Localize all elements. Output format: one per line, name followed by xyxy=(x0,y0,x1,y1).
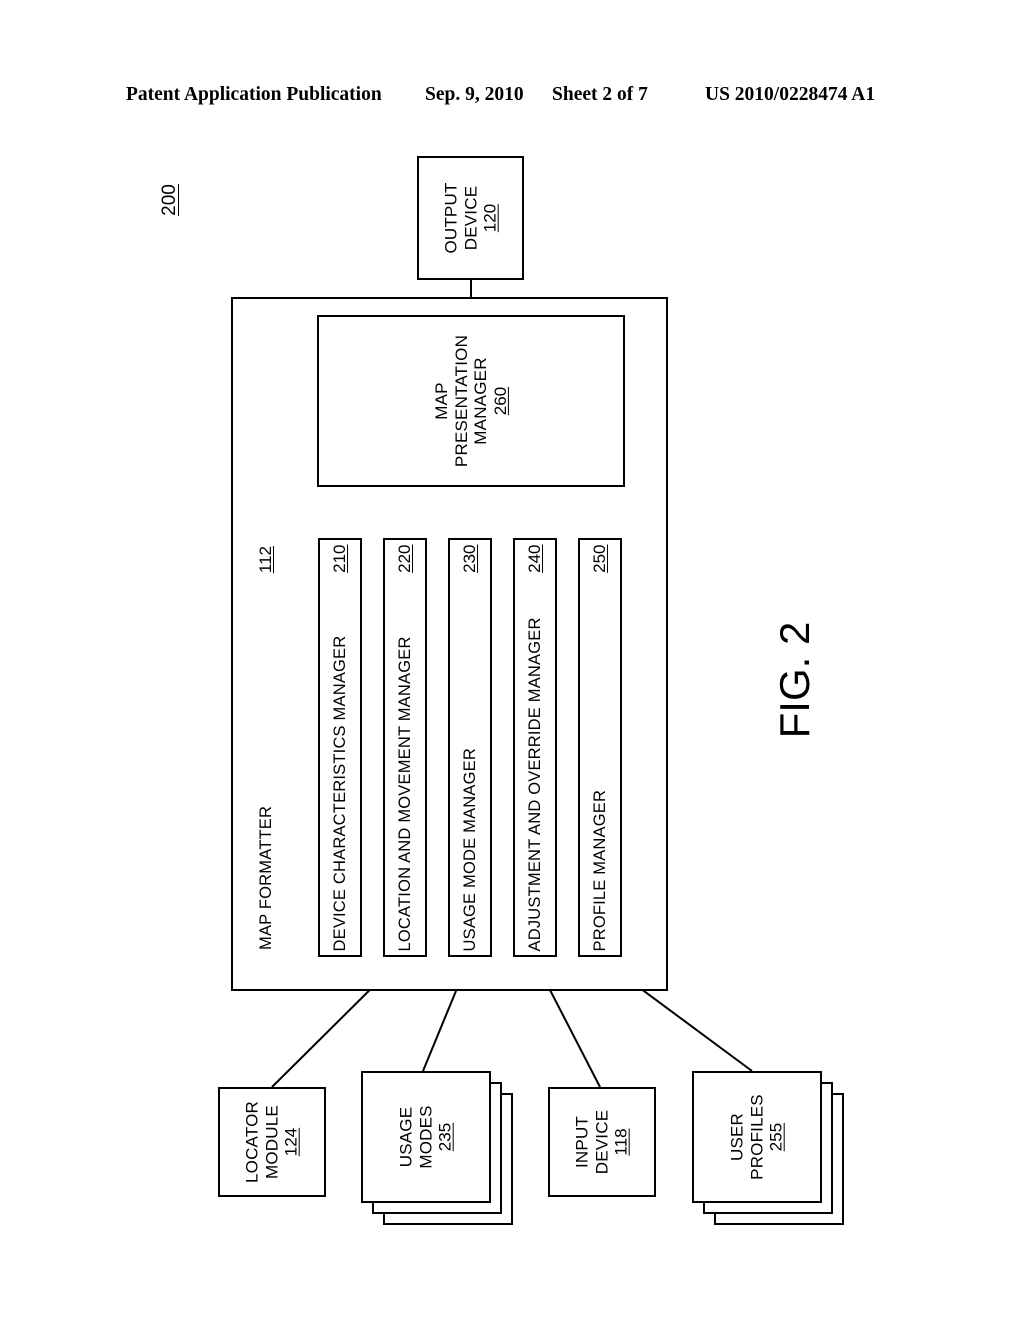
module-ref-210: 210 xyxy=(330,544,349,573)
module-block-device-characteristics-manager[interactable]: DEVICE CHARACTERISTICS MANAGER 210 xyxy=(318,538,362,957)
map-formatter-label: MAP FORMATTER xyxy=(257,805,275,950)
user-profiles-label-line1: USER xyxy=(727,1112,747,1162)
module-label-220: LOCATION AND MOVEMENT MANAGER xyxy=(396,635,414,951)
module-content-230: USAGE MODE MANAGER 230 xyxy=(460,540,480,955)
output-device-content: OUTPUT DEVICE 120 xyxy=(441,182,500,253)
module-block-usage-mode-manager[interactable]: USAGE MODE MANAGER 230 xyxy=(448,538,492,957)
input-device-label-line1: INPUT xyxy=(572,1116,592,1168)
user-profiles-ref: 255 xyxy=(766,1122,786,1152)
module-content-210: DEVICE CHARACTERISTICS MANAGER 210 xyxy=(330,540,350,955)
module-ref-250: 250 xyxy=(590,544,609,573)
map-presentation-manager-label-line1: MAP xyxy=(431,382,451,420)
module-block-profile-manager[interactable]: PROFILE MANAGER 250 xyxy=(578,538,622,957)
module-block-adjustment-and-override-manager[interactable]: ADJUSTMENT AND OVERRIDE MANAGER 240 xyxy=(513,538,557,957)
module-label-210: DEVICE CHARACTERISTICS MANAGER xyxy=(331,635,349,951)
locator-module-ref: 124 xyxy=(281,1127,301,1157)
output-device-label-line2: DEVICE xyxy=(460,185,480,251)
usage-modes-sheet-front[interactable]: USAGE MODES 235 xyxy=(361,1071,491,1203)
module-block-location-and-movement-manager[interactable]: LOCATION AND MOVEMENT MANAGER 220 xyxy=(383,538,427,957)
input-device-block[interactable]: INPUT DEVICE 118 xyxy=(548,1087,656,1197)
module-content-240: ADJUSTMENT AND OVERRIDE MANAGER 240 xyxy=(525,540,545,955)
system-reference-200: 200 xyxy=(140,165,200,235)
module-ref-240: 240 xyxy=(525,544,544,573)
locator-module-content: LOCATOR MODULE 124 xyxy=(243,1101,302,1183)
usage-modes-stack[interactable]: USAGE MODES 235 xyxy=(361,1071,521,1231)
map-presentation-manager-content: MAP PRESENTATION MANAGER 260 xyxy=(432,335,510,467)
map-formatter-ref: 112 xyxy=(256,545,275,573)
figure-2-diagram: 200 OUTPUT DEVICE 120 MAP FORMATTER 112 … xyxy=(0,0,1024,1320)
module-label-250: PROFILE MANAGER xyxy=(591,789,609,951)
locator-module-block[interactable]: LOCATOR MODULE 124 xyxy=(218,1087,326,1197)
module-ref-220: 220 xyxy=(395,544,414,573)
locator-module-label-line1: LOCATOR xyxy=(242,1100,262,1184)
output-device-ref: 120 xyxy=(480,203,500,233)
output-device-label-line1: OUTPUT xyxy=(441,182,461,254)
module-ref-230: 230 xyxy=(460,544,479,573)
user-profiles-label-line2: PROFILES xyxy=(747,1094,767,1180)
figure-label: FIG. 2 xyxy=(735,600,855,760)
usage-modes-label-line2: MODES xyxy=(416,1105,436,1169)
usage-modes-label-line1: USAGE xyxy=(396,1106,416,1168)
user-profiles-stack[interactable]: USER PROFILES 255 xyxy=(692,1071,852,1231)
input-device-content: INPUT DEVICE 118 xyxy=(573,1110,632,1175)
locator-module-label-line2: MODULE xyxy=(262,1105,282,1179)
module-content-250: PROFILE MANAGER 250 xyxy=(590,540,610,955)
system-reference-label: 200 xyxy=(159,184,180,216)
map-formatter-title: MAP FORMATTER 112 xyxy=(244,540,288,955)
module-label-240: ADJUSTMENT AND OVERRIDE MANAGER xyxy=(526,616,544,951)
usage-modes-ref: 235 xyxy=(435,1122,455,1152)
map-presentation-manager-label-line2: PRESENTATION xyxy=(451,334,471,468)
map-presentation-manager-ref: 260 xyxy=(490,386,510,416)
user-profiles-content: USER PROFILES 255 xyxy=(728,1094,787,1180)
map-presentation-manager-label-line3: MANAGER xyxy=(471,357,490,445)
output-device-block[interactable]: OUTPUT DEVICE 120 xyxy=(417,156,524,280)
input-device-ref: 118 xyxy=(611,1128,631,1156)
module-content-220: LOCATION AND MOVEMENT MANAGER 220 xyxy=(395,540,415,955)
module-label-230: USAGE MODE MANAGER xyxy=(461,747,479,951)
input-device-label-line2: DEVICE xyxy=(592,1109,612,1175)
figure-label-text: FIG. 2 xyxy=(771,621,818,739)
map-formatter-content: MAP FORMATTER 112 xyxy=(256,542,276,954)
usage-modes-content: USAGE MODES 235 xyxy=(397,1105,456,1168)
map-presentation-manager-block[interactable]: MAP PRESENTATION MANAGER 260 xyxy=(317,315,625,487)
user-profiles-sheet-front[interactable]: USER PROFILES 255 xyxy=(692,1071,822,1203)
